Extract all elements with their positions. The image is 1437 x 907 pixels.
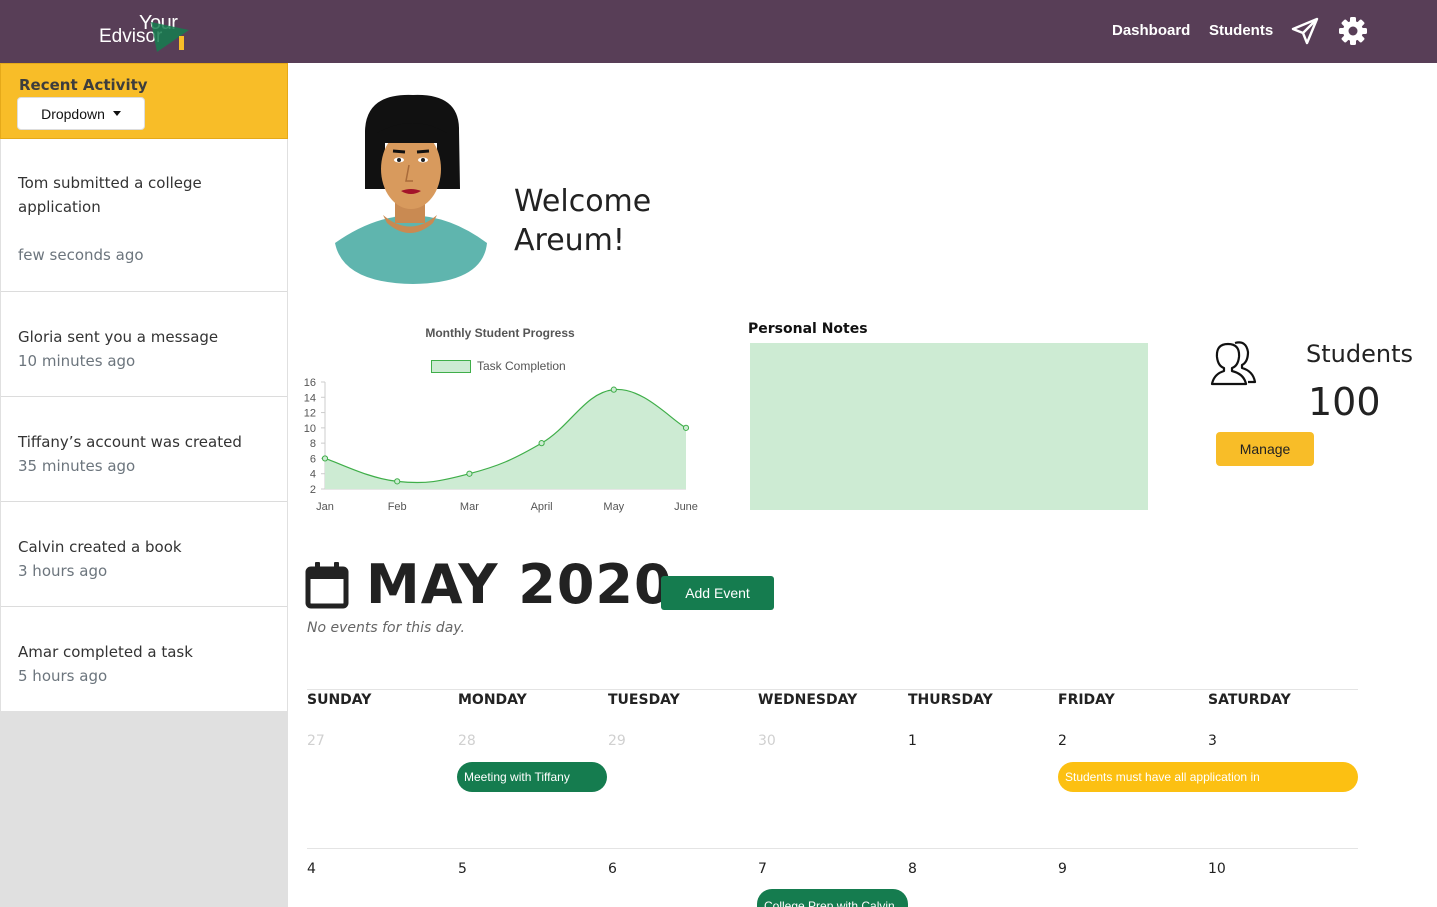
caret-down-icon [112, 111, 121, 116]
calendar-month-title: MAY 2020 [366, 553, 673, 616]
data-point [321, 455, 329, 462]
add-event-button[interactable]: Add Event [661, 576, 774, 610]
personal-notes-textarea[interactable] [750, 343, 1148, 510]
manage-button[interactable]: Manage [1216, 432, 1314, 466]
top-navbar: Your Edvisor Dashboard Students [0, 0, 1437, 63]
day-cell[interactable]: 2 [1058, 733, 1067, 749]
y-tick-label: 12 [304, 408, 316, 420]
activity-time: 5 hours ago [18, 667, 108, 685]
data-point [538, 440, 545, 447]
recent-activity-header: Recent Activity Dropdown [0, 63, 288, 139]
edvisor-logo[interactable]: Your Edvisor [99, 12, 199, 54]
welcome-line-1: Welcome [514, 184, 652, 219]
activity-time: few seconds ago [18, 246, 144, 264]
day-cell[interactable]: 4 [307, 861, 316, 877]
y-tick-label: 2 [310, 484, 316, 496]
day-cell[interactable]: 29 [608, 733, 626, 749]
activity-list: Tom submitted a college application few … [1, 139, 287, 711]
calendar-icon [305, 562, 349, 609]
area-fill [325, 389, 686, 489]
gear-icon[interactable] [1338, 16, 1368, 46]
y-tick-label: 4 [310, 469, 316, 481]
day-cell[interactable]: 8 [908, 861, 917, 877]
data-point [610, 386, 617, 393]
dow-monday: MONDAY [458, 692, 527, 708]
legend-label: Task Completion [477, 359, 566, 373]
dow-friday: FRIDAY [1058, 692, 1115, 708]
activity-text: Tiffany’s account was created [18, 433, 242, 451]
nav-students-link[interactable]: Students [1209, 22, 1273, 39]
activity-time: 3 hours ago [18, 562, 108, 580]
chart-title: Monthly Student Progress [425, 326, 575, 340]
dropdown-label: Dropdown [41, 105, 105, 122]
data-point [682, 424, 690, 431]
users-icon [1210, 341, 1257, 386]
dow-wednesday: WEDNESDAY [758, 692, 858, 708]
calendar-event[interactable]: Students must have all application in [1058, 762, 1358, 792]
activity-time: 35 minutes ago [18, 457, 136, 475]
personal-notes-title: Personal Notes [748, 321, 868, 337]
logo-mark-icon [151, 22, 189, 52]
dow-tuesday: TUESDAY [608, 692, 680, 708]
day-cell[interactable]: 5 [458, 861, 467, 877]
user-avatar [335, 94, 487, 284]
y-tick-label: 6 [310, 453, 316, 465]
recent-activity-title: Recent Activity [19, 76, 148, 94]
day-cell[interactable]: 9 [1058, 861, 1067, 877]
day-cell[interactable]: 1 [908, 733, 917, 749]
y-tick-label: 10 [304, 423, 316, 435]
y-tick-label: 8 [310, 438, 316, 450]
day-cell[interactable]: 10 [1208, 861, 1226, 877]
data-point [466, 470, 473, 477]
activity-item[interactable]: Tiffany’s account was created 35 minutes… [1, 397, 287, 502]
x-tick-label: Jan [316, 501, 334, 513]
activity-item[interactable]: Calvin created a book 3 hours ago [1, 502, 287, 607]
activity-item[interactable]: Tom submitted a college application few … [1, 139, 287, 292]
day-cell[interactable]: 3 [1208, 733, 1217, 749]
y-tick-label: 16 [304, 377, 316, 389]
dow-sunday: SUNDAY [307, 692, 372, 708]
y-tick-label: 14 [304, 392, 316, 404]
students-count: 100 [1308, 380, 1381, 424]
recent-activity-sidebar: Recent Activity Dropdown Tom submitted a… [0, 63, 288, 907]
dow-saturday: SATURDAY [1208, 692, 1291, 708]
day-cell[interactable]: 6 [608, 861, 617, 877]
activity-text: Calvin created a book [18, 538, 182, 556]
nav-dashboard-link[interactable]: Dashboard [1112, 22, 1190, 39]
no-events-text: No events for this day. [307, 620, 465, 636]
calendar-divider [307, 848, 1358, 849]
activity-dropdown-button[interactable]: Dropdown [17, 97, 145, 130]
calendar-divider [307, 689, 1358, 690]
x-tick-label: Mar [460, 501, 479, 513]
activity-time: 10 minutes ago [18, 352, 136, 370]
x-tick-label: June [674, 501, 698, 513]
activity-item[interactable]: Amar completed a task 5 hours ago [1, 607, 287, 711]
chart-legend[interactable]: Task Completion [431, 359, 566, 373]
day-cell[interactable]: 28 [458, 733, 476, 749]
activity-text: Tom submitted a college application [18, 174, 202, 216]
x-tick-label: Feb [388, 501, 407, 513]
activity-text: Gloria sent you a message [18, 328, 219, 346]
activity-item[interactable]: Gloria sent you a message 10 minutes ago [1, 292, 287, 397]
welcome-heading: Welcome Areum! [514, 182, 651, 260]
dow-thursday: THURSDAY [908, 692, 993, 708]
day-cell[interactable]: 27 [307, 733, 325, 749]
calendar-event[interactable]: College Prep with Calvin [757, 889, 908, 907]
day-cell[interactable]: 30 [758, 733, 776, 749]
welcome-user-name: Areum! [514, 223, 625, 258]
legend-swatch [431, 359, 471, 373]
x-tick-label: May [603, 501, 624, 513]
monthly-progress-chart: 2 4 6 8 10 12 14 16 Jan Feb Mar April May June [304, 377, 698, 513]
calendar-event[interactable]: Meeting with Tiffany [457, 762, 607, 792]
send-icon[interactable] [1290, 16, 1320, 46]
day-cell[interactable]: 7 [758, 861, 767, 877]
data-point [394, 478, 401, 485]
activity-text: Amar completed a task [18, 643, 193, 661]
x-tick-label: April [531, 501, 553, 513]
students-label: Students [1306, 340, 1413, 368]
